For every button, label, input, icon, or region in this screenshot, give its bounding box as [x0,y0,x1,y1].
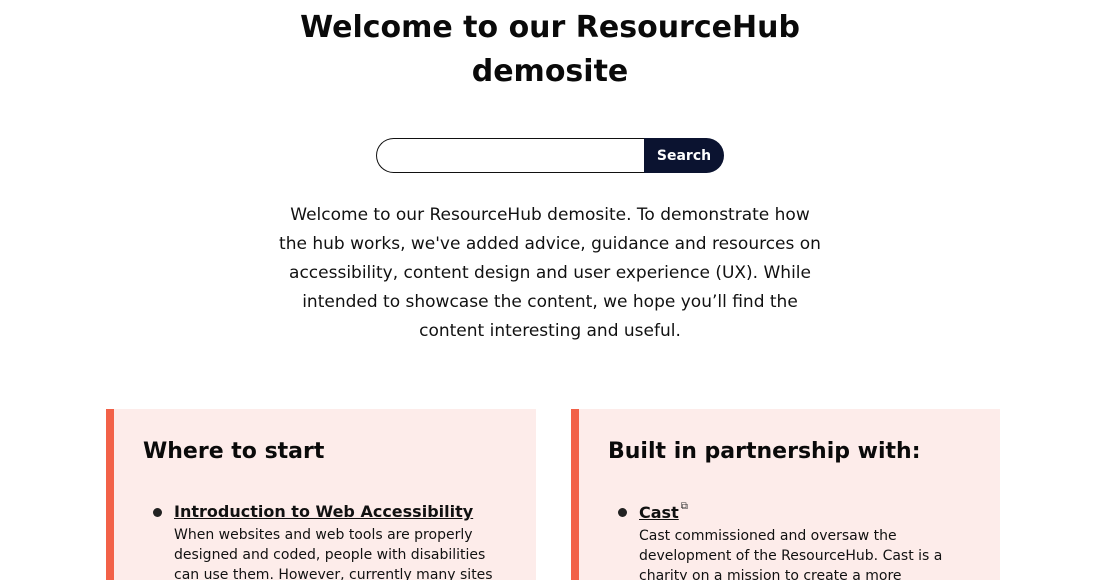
search-button[interactable]: Search [644,138,724,173]
list-item: Cast ⧉ Cast commissioned and oversaw the … [618,501,979,580]
partnership-list: Cast ⧉ Cast commissioned and oversaw the … [618,501,979,580]
search-form: Search [376,138,724,173]
intro-text: Welcome to our ResourceHub demosite. To … [279,205,821,341]
list-item-description: Cast commissioned and oversaw the develo… [639,528,943,580]
list-item: Introduction to Web Accessibility When w… [153,501,514,580]
card-title-partnership: Built in partnership with: [608,439,921,464]
intro-web-accessibility-link[interactable]: Introduction to Web Accessibility [174,501,473,523]
where-to-start-card: Where to start Introduction to Web Acces… [106,409,536,580]
card-title-where-to-start: Where to start [143,439,325,464]
cast-link[interactable]: Cast [639,502,679,524]
list-item-description: When websites and web tools are properly… [174,527,493,580]
page-title: Welcome to our ResourceHub demosite [300,10,800,89]
partnership-card: Built in partnership with: Cast ⧉ Cast co… [571,409,1000,580]
search-input[interactable] [376,138,644,173]
page: Welcome to our ResourceHub demosite Sear… [0,0,1115,580]
where-to-start-list: Introduction to Web Accessibility When w… [153,501,514,580]
external-link-icon: ⧉ [680,501,688,512]
